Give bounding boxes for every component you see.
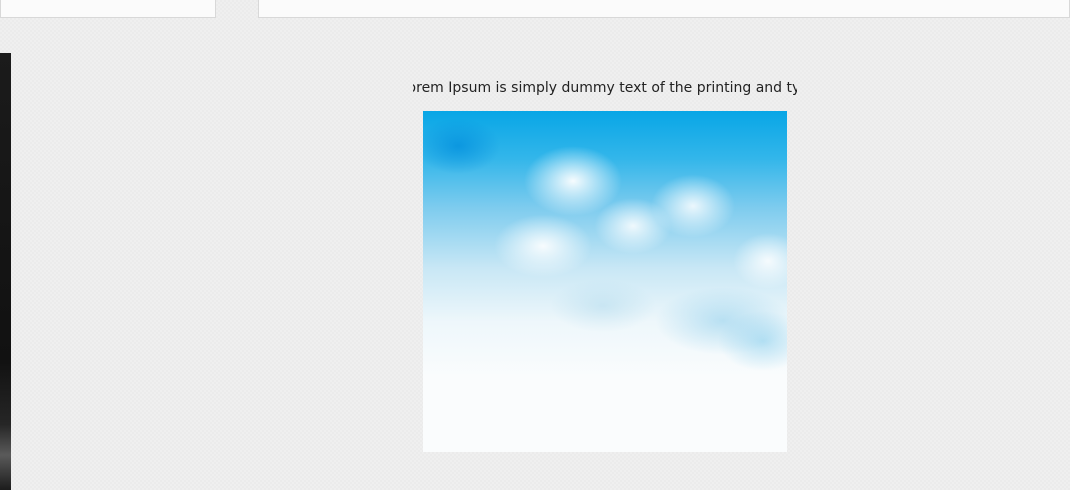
top-card-left (0, 0, 216, 18)
caption-text: Lorem Ipsum is simply dummy text of the … (413, 80, 797, 96)
cloud-image-haze (423, 111, 787, 452)
caption-container: Lorem Ipsum is simply dummy text of the … (413, 78, 797, 100)
top-card-right (712, 0, 1070, 18)
top-card-middle (258, 0, 713, 18)
cloud-image (423, 111, 787, 452)
left-image-edge (0, 53, 11, 490)
